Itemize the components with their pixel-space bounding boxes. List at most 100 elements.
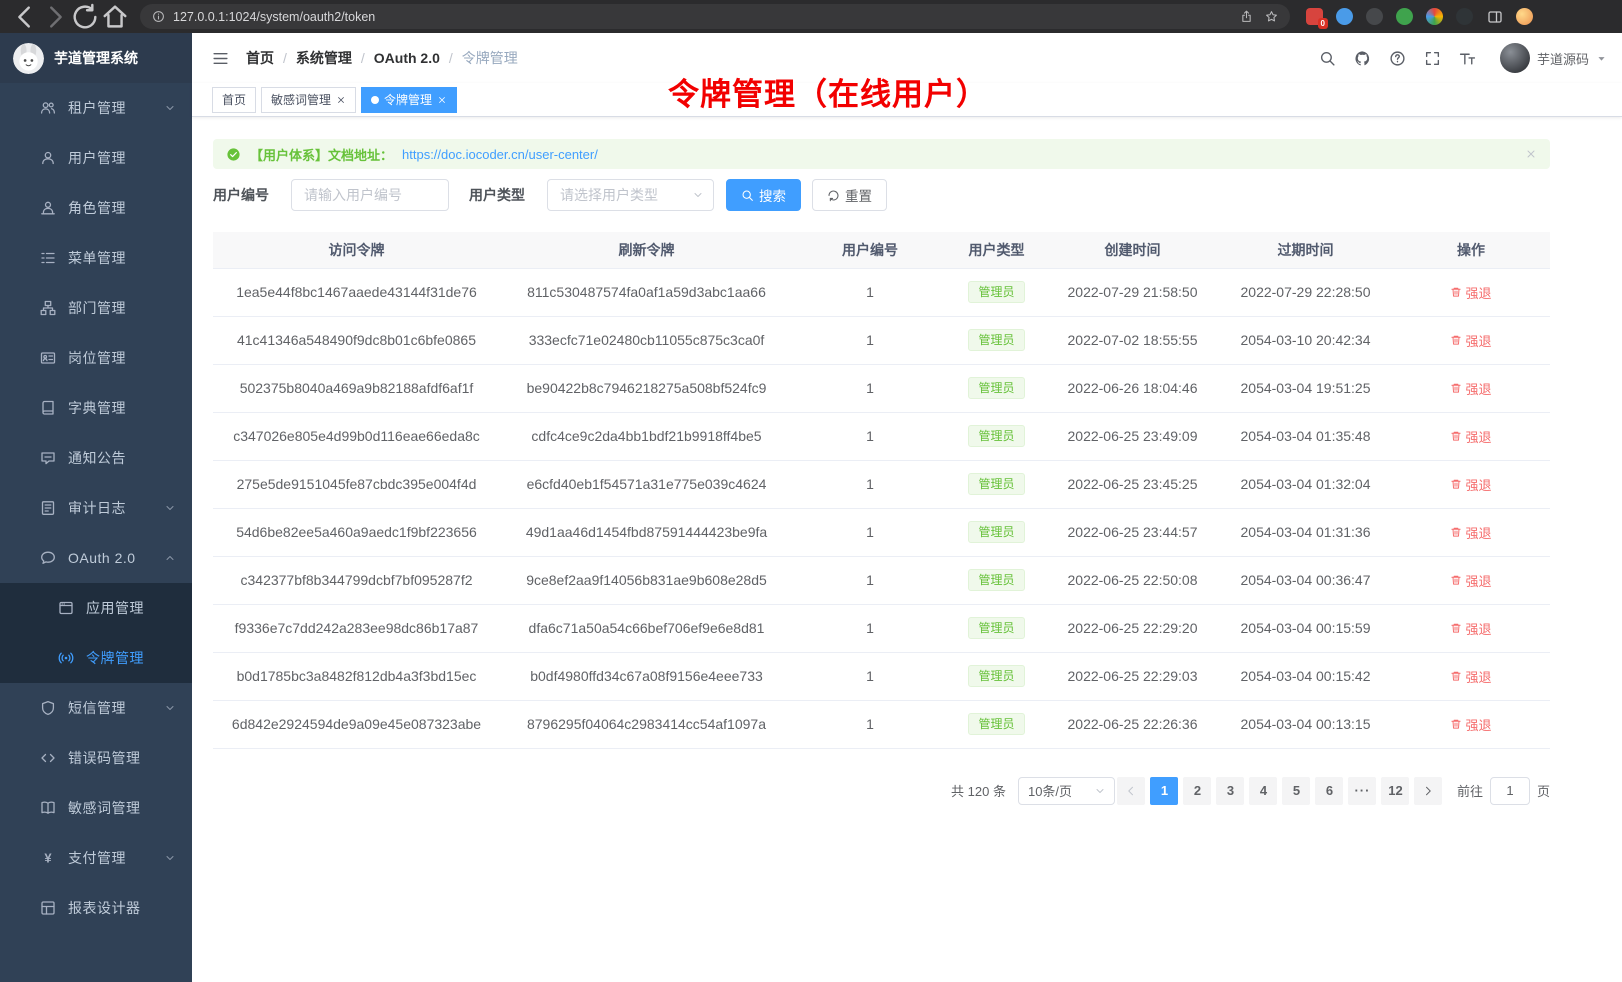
tab-home[interactable]: 首页: [212, 87, 256, 113]
extension-icon[interactable]: [1366, 8, 1383, 25]
page-button-5[interactable]: 5: [1282, 777, 1310, 805]
extension-icon[interactable]: [1456, 8, 1473, 25]
force-logout-button[interactable]: 强退: [1450, 283, 1491, 302]
force-logout-button[interactable]: 强退: [1450, 715, 1491, 734]
sidebar-item-report-designer[interactable]: 报表设计器: [0, 883, 192, 933]
sidebar-item-audit-log[interactable]: 审计日志: [0, 483, 192, 533]
sidebar-item-tenant[interactable]: 租户管理: [0, 83, 192, 133]
force-logout-button[interactable]: 强退: [1450, 379, 1491, 398]
sidebar-item-dict[interactable]: 字典管理: [0, 383, 192, 433]
sidebar-toggle-button[interactable]: [207, 50, 234, 67]
extension-icon[interactable]: [1336, 8, 1353, 25]
page-button-6[interactable]: 6: [1315, 777, 1343, 805]
sidebar-item-label: 敏感词管理: [68, 798, 141, 818]
breadcrumb-item[interactable]: 系统管理: [296, 48, 352, 68]
url-bar[interactable]: 127.0.0.1:1024/system/oauth2/token: [140, 4, 1290, 29]
cell-user-type: 管理员: [947, 508, 1046, 556]
force-logout-button[interactable]: 强退: [1450, 667, 1491, 686]
extension-icon[interactable]: [1396, 8, 1413, 25]
next-page-button[interactable]: [1414, 777, 1442, 805]
force-logout-label: 强退: [1465, 619, 1491, 638]
sidebar-item-notice[interactable]: 通知公告: [0, 433, 192, 483]
page-button-2[interactable]: 2: [1183, 777, 1211, 805]
page-button-3[interactable]: 3: [1216, 777, 1244, 805]
force-logout-button[interactable]: 强退: [1450, 523, 1491, 542]
delete-icon: [1450, 430, 1462, 442]
help-icon[interactable]: [1389, 50, 1406, 67]
sidebar-item-oauth2[interactable]: OAuth 2.0: [0, 533, 192, 583]
extension-icon[interactable]: [1426, 8, 1443, 25]
goto-page-input[interactable]: [1490, 777, 1530, 805]
cell-created-time: 2022-06-25 22:26:36: [1046, 700, 1219, 748]
doc-link[interactable]: https://doc.iocoder.cn/user-center/: [402, 147, 598, 162]
sidebar-item-post[interactable]: 岗位管理: [0, 333, 192, 383]
breadcrumb-item[interactable]: 首页: [246, 48, 274, 68]
cell-user-id: 1: [793, 604, 947, 652]
reset-button[interactable]: 重置: [812, 179, 887, 211]
app-logo[interactable]: 芋道管理系统: [0, 33, 192, 83]
font-size-icon[interactable]: [1459, 50, 1476, 67]
force-logout-button[interactable]: 强退: [1450, 571, 1491, 590]
user-menu[interactable]: 芋道源码: [1500, 43, 1607, 73]
cell-refresh-token: 333ecfc71e02480cb11055c875c3ca0f: [500, 316, 793, 364]
sidebar-item-dept[interactable]: 部门管理: [0, 283, 192, 333]
search-button[interactable]: 搜索: [726, 179, 801, 211]
page-size-select[interactable]: 10条/页: [1018, 777, 1115, 805]
fullscreen-icon[interactable]: [1424, 50, 1441, 67]
sidebar-item-oauth2-token[interactable]: 令牌管理: [0, 633, 192, 683]
breadcrumb-item[interactable]: OAuth 2.0: [374, 50, 440, 66]
split-view-icon[interactable]: [1486, 8, 1503, 25]
cell-user-id: 1: [793, 412, 947, 460]
sidebar-item-label: 租户管理: [68, 98, 126, 118]
delete-icon: [1450, 526, 1462, 538]
sidebar-item-sms[interactable]: 短信管理: [0, 683, 192, 733]
alert-close-icon[interactable]: [1525, 148, 1537, 160]
browser-back-button[interactable]: [10, 2, 40, 32]
sidebar-item-label: 菜单管理: [68, 248, 126, 268]
page-button-1[interactable]: 1: [1150, 777, 1178, 805]
table-row: c347026e805e4d99b0d116eae66eda8ccdfc4ce9…: [213, 412, 1550, 460]
pager-more-button[interactable]: ···: [1348, 777, 1376, 805]
site-info-icon[interactable]: [152, 10, 165, 23]
sidebar-item-pay[interactable]: ¥支付管理: [0, 833, 192, 883]
force-logout-button[interactable]: 强退: [1450, 475, 1491, 494]
browser-forward-button[interactable]: [40, 2, 70, 32]
bookmark-star-icon[interactable]: [1265, 10, 1278, 23]
column-header: 刷新令牌: [500, 232, 793, 268]
user-id-input[interactable]: [291, 179, 449, 211]
prev-page-button[interactable]: [1117, 777, 1145, 805]
force-logout-label: 强退: [1465, 475, 1491, 494]
cell-actions: 强退: [1392, 364, 1550, 412]
page-button-12[interactable]: 12: [1381, 777, 1409, 805]
force-logout-button[interactable]: 强退: [1450, 619, 1491, 638]
tab-token-management[interactable]: 令牌管理: [361, 87, 457, 113]
delete-icon: [1450, 622, 1462, 634]
sidebar-item-role[interactable]: 角色管理: [0, 183, 192, 233]
sidebar-item-sensitive-word[interactable]: 敏感词管理: [0, 783, 192, 833]
force-logout-button[interactable]: 强退: [1450, 427, 1491, 446]
github-icon[interactable]: [1354, 50, 1371, 67]
comment-icon: [40, 550, 56, 566]
user-type-select[interactable]: 请选择用户类型: [547, 179, 714, 211]
share-icon[interactable]: [1240, 10, 1253, 23]
search-icon[interactable]: [1319, 50, 1336, 67]
force-logout-button[interactable]: 强退: [1450, 331, 1491, 350]
submenu-oauth2: 应用管理令牌管理: [0, 583, 192, 683]
browser-reload-button[interactable]: [70, 2, 100, 32]
browser-home-button[interactable]: [100, 2, 130, 32]
cell-expire-time: 2054-03-04 00:36:47: [1219, 556, 1392, 604]
sidebar-item-oauth2-application[interactable]: 应用管理: [0, 583, 192, 633]
browser-profile-avatar[interactable]: [1516, 8, 1533, 25]
sidebar-item-user[interactable]: 用户管理: [0, 133, 192, 183]
breadcrumb-item[interactable]: 令牌管理: [462, 48, 518, 68]
sidebar-item-menu[interactable]: 菜单管理: [0, 233, 192, 283]
sidebar-item-error-code[interactable]: 错误码管理: [0, 733, 192, 783]
tab-sensitive-word[interactable]: 敏感词管理: [261, 87, 356, 113]
page-button-4[interactable]: 4: [1249, 777, 1277, 805]
active-tab-dot: [371, 96, 379, 104]
extension-icon[interactable]: 0: [1306, 8, 1323, 25]
pager: 123456···12: [1148, 777, 1412, 805]
user-type-badge: 管理员: [968, 521, 1024, 543]
cell-user-type: 管理员: [947, 700, 1046, 748]
table-row: b0d1785bc3a8482f812db4a3f3bd15ecb0df4980…: [213, 652, 1550, 700]
